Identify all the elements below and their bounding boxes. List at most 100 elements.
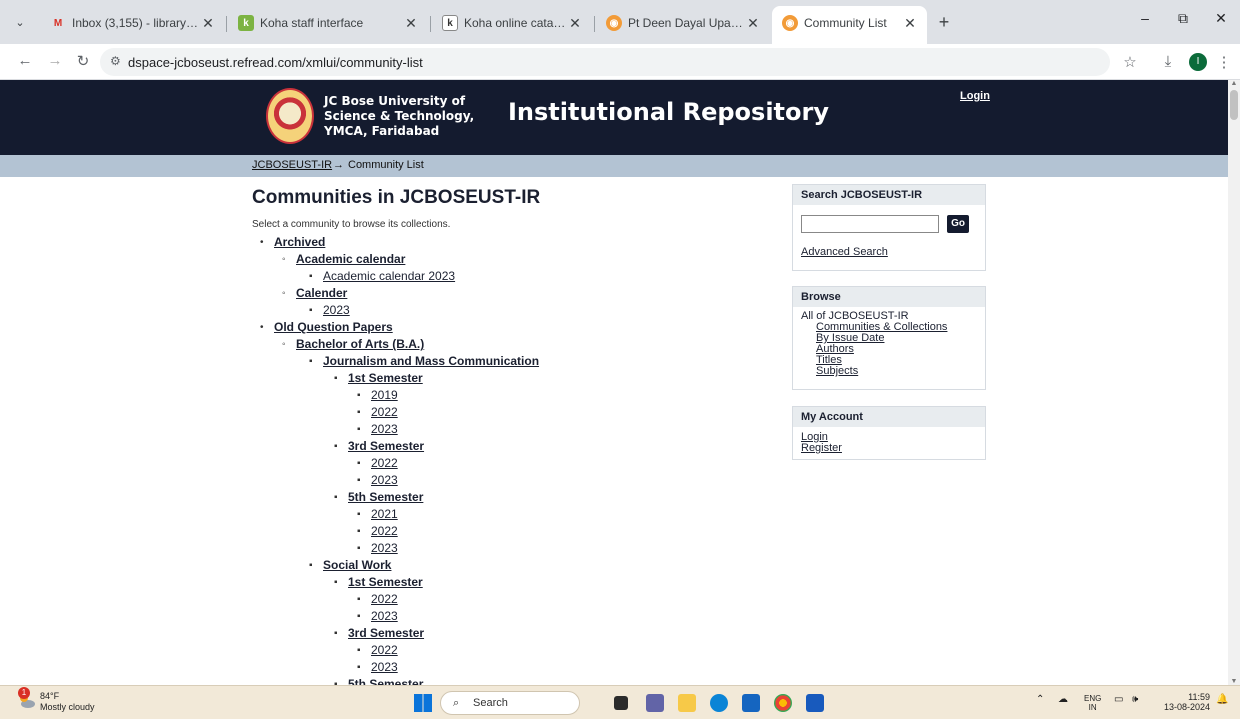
breadcrumb-current: Community List: [348, 159, 424, 171]
community-link[interactable]: 3rd Semester: [348, 439, 424, 453]
breadcrumb-arrow: →: [333, 159, 344, 171]
breadcrumb-home-link[interactable]: JCBOSEUST-IR: [252, 159, 332, 171]
notification-bell-icon[interactable]: 🔔: [1216, 694, 1228, 705]
scroll-down-icon[interactable]: ▼: [1230, 678, 1238, 685]
community-link[interactable]: Calender: [296, 286, 347, 300]
collection-link[interactable]: 2023: [371, 541, 398, 555]
site-info-icon[interactable]: ⚙: [110, 54, 121, 68]
minimize-button[interactable]: –: [1130, 10, 1160, 26]
tree-bullet: ▪: [357, 611, 361, 622]
volume-icon[interactable]: 🕪: [1132, 694, 1138, 705]
advanced-search-link[interactable]: Advanced Search: [801, 247, 977, 258]
menu-kebab-icon[interactable]: ⋮: [1214, 53, 1234, 71]
university-name[interactable]: JC Bose University of Science & Technolo…: [324, 94, 474, 139]
tree-bullet: •: [260, 322, 264, 333]
windows-start-icon[interactable]: [414, 694, 432, 712]
store-icon[interactable]: [742, 694, 760, 712]
university-seal-logo[interactable]: [266, 88, 314, 144]
community-link[interactable]: 1st Semester: [348, 371, 423, 385]
tab-title: Koha staff interface: [260, 16, 364, 30]
weather-desc: Mostly cloudy: [40, 702, 95, 712]
register-link[interactable]: Register: [801, 443, 977, 454]
collection-link[interactable]: 2023: [371, 609, 398, 623]
reload-icon[interactable]: ↻: [72, 52, 94, 72]
tab-koha-staff[interactable]: k Koha staff interface ✕: [228, 10, 428, 36]
browse-subjects-link[interactable]: Subjects: [816, 366, 977, 377]
go-button[interactable]: Go: [947, 215, 970, 233]
teams-icon[interactable]: [646, 694, 664, 712]
restore-button[interactable]: ⧉: [1168, 10, 1198, 27]
tray-expand-icon[interactable]: ⌃: [1036, 694, 1044, 705]
tree-bullet: ▪: [357, 526, 361, 537]
collection-link[interactable]: 2022: [371, 592, 398, 606]
tree-bullet: ▪: [357, 594, 361, 605]
header-login-link[interactable]: Login: [960, 90, 990, 102]
bookmark-star-icon[interactable]: ☆: [1120, 53, 1140, 71]
koha-icon: k: [442, 15, 458, 31]
download-icon[interactable]: ⤓: [1158, 53, 1178, 70]
collection-link[interactable]: 2021: [371, 507, 398, 521]
community-link[interactable]: 1st Semester: [348, 575, 423, 589]
collection-link[interactable]: 2022: [371, 405, 398, 419]
logo-line: Science & Technology,: [324, 109, 475, 123]
collection-link[interactable]: 2023: [371, 660, 398, 674]
file-explorer-icon[interactable]: [678, 694, 696, 712]
tab-ddu-elibrary[interactable]: ◉ Pt Deen Dayal Upadhyay eLibra... ✕: [596, 10, 770, 36]
tree-bullet: ◦: [282, 339, 286, 350]
tab-search-button[interactable]: ⌄: [8, 12, 32, 34]
search-input[interactable]: [801, 215, 939, 233]
word-icon[interactable]: [806, 694, 824, 712]
collection-link[interactable]: 2022: [371, 524, 398, 538]
clock[interactable]: 11:59 13-08-2024: [1158, 692, 1210, 712]
community-link[interactable]: Old Question Papers: [274, 320, 393, 334]
chrome-icon[interactable]: [774, 694, 792, 712]
tab-koha-opac[interactable]: k Koha online catalog ✕: [432, 10, 592, 36]
forward-icon[interactable]: →: [44, 52, 66, 72]
network-icon[interactable]: ▭: [1114, 694, 1123, 705]
profile-avatar[interactable]: I: [1189, 53, 1207, 71]
taskbar-search-label: Search: [473, 697, 508, 709]
tree-bullet: ▪: [334, 373, 338, 384]
community-link[interactable]: Journalism and Mass Communication: [323, 354, 539, 368]
community-link[interactable]: Academic calendar: [296, 252, 405, 266]
community-link[interactable]: 5th Semester: [348, 490, 423, 504]
close-window-button[interactable]: ✕: [1206, 10, 1236, 27]
community-link[interactable]: 5th Semester: [348, 677, 423, 685]
tree-bullet: ▪: [357, 662, 361, 673]
onedrive-icon[interactable]: ☁: [1058, 694, 1068, 705]
collection-link[interactable]: 2022: [371, 643, 398, 657]
close-tab-icon[interactable]: ✕: [199, 15, 217, 32]
collection-link[interactable]: Academic calendar 2023: [323, 269, 455, 283]
tab-gmail[interactable]: M Inbox (3,155) - library@jcbose... ✕: [40, 10, 225, 36]
task-view-icon[interactable]: [614, 696, 628, 710]
close-tab-icon[interactable]: ✕: [566, 15, 584, 32]
community-link[interactable]: Social Work: [323, 558, 391, 572]
page-scrollbar[interactable]: ▲ ▼: [1228, 80, 1240, 685]
community-link[interactable]: Archived: [274, 235, 325, 249]
scroll-thumb[interactable]: [1230, 90, 1238, 120]
edge-icon[interactable]: [710, 694, 728, 712]
tree-bullet: ▪: [357, 475, 361, 486]
main-content: Communities in JCBOSEUST-IR Select a com…: [252, 187, 772, 685]
repository-title: Institutional Repository: [508, 98, 829, 126]
close-tab-icon[interactable]: ✕: [402, 15, 420, 32]
collection-link[interactable]: 2022: [371, 456, 398, 470]
collection-link[interactable]: 2023: [371, 473, 398, 487]
back-icon[interactable]: ←: [14, 52, 36, 72]
close-tab-icon[interactable]: ✕: [744, 15, 762, 32]
tree-bullet: ◦: [282, 254, 286, 265]
tree-bullet: ▪: [309, 305, 313, 316]
scroll-up-icon[interactable]: ▲: [1230, 80, 1238, 87]
address-bar[interactable]: ⚙ dspace-jcboseust.refread.com/xmlui/com…: [100, 48, 1110, 76]
community-link[interactable]: Bachelor of Arts (B.A.): [296, 337, 424, 351]
tree-bullet: ▪: [357, 424, 361, 435]
collection-link[interactable]: 2019: [371, 388, 398, 402]
tab-community-list[interactable]: ◉ Community List ✕: [772, 6, 927, 44]
collection-link[interactable]: 2023: [323, 303, 350, 317]
new-tab-button[interactable]: +: [932, 12, 956, 34]
community-link[interactable]: 3rd Semester: [348, 626, 424, 640]
close-tab-icon[interactable]: ✕: [901, 15, 919, 32]
language-indicator[interactable]: ENG IN: [1084, 694, 1101, 712]
taskbar-search[interactable]: ⌕ Search: [440, 691, 580, 715]
collection-link[interactable]: 2023: [371, 422, 398, 436]
